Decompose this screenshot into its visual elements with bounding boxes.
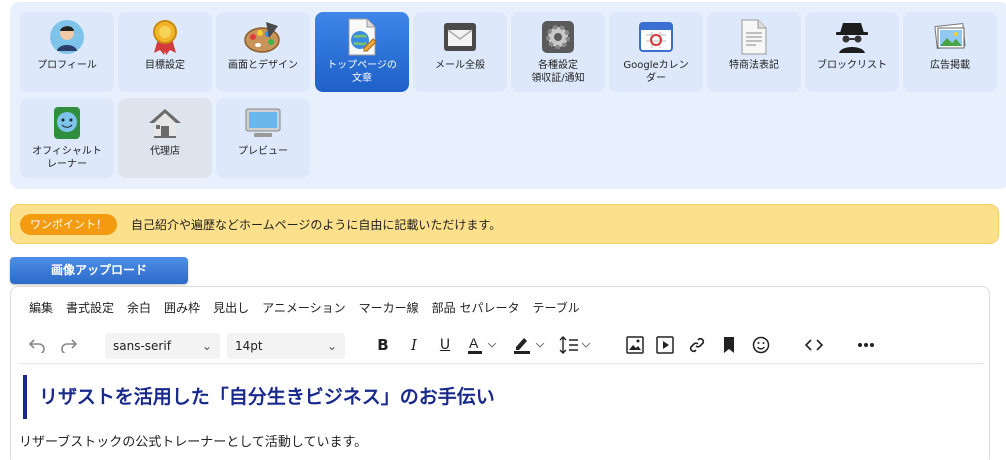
bookmark-icon[interactable] (717, 331, 741, 359)
nav-tile-label: 特商法表記 (729, 60, 779, 71)
insert-image-icon[interactable] (623, 331, 647, 359)
nav-tile-preview[interactable]: プレビュー (216, 98, 310, 178)
content-paragraph[interactable]: リザーブストックの公式トレーナーとして活動しています。 (19, 431, 367, 450)
editor-toolbar: sans-serif ⌄ 14pt ⌄ B I U A (11, 331, 989, 363)
rich-text-editor: 編集 書式設定 余白 囲み枠 見出し アニメーション マーカー線 部品 セパレー… (10, 286, 990, 460)
menu-format[interactable]: 書式設定 (66, 299, 114, 316)
menu-marker-line[interactable]: マーカー線 (359, 299, 419, 316)
menu-spacing[interactable]: 余白 (127, 299, 151, 316)
font-size-select[interactable]: 14pt ⌄ (227, 333, 345, 359)
menu-frame[interactable]: 囲み枠 (164, 299, 200, 316)
one-point-badge: ワンポイント！ (20, 213, 117, 235)
nav-tile-label: オフィシャルト レーナー (32, 146, 102, 170)
highlight-color-icon[interactable] (511, 331, 549, 359)
nav-tile-ads[interactable]: 広告掲載 (903, 12, 997, 92)
link-icon[interactable] (685, 331, 709, 359)
document-icon (735, 18, 773, 56)
redo-icon[interactable] (57, 331, 81, 359)
svg-text:A: A (469, 335, 479, 351)
nav-tile-design[interactable]: 画面とデザイン (216, 12, 310, 92)
insert-media-icon[interactable] (653, 331, 677, 359)
nav-tile-label: ブロックリスト (817, 60, 887, 71)
nav-tile-label: プレビュー (238, 146, 288, 157)
nav-tile-label: Googleカレン ダー (623, 60, 689, 84)
calendar-icon (637, 18, 675, 56)
settings-nav-panel: プロフィール 目標設定 画面とデザイン トップページの 文章 メール全般 各種設… (10, 2, 1006, 189)
font-size-value: 14pt (235, 339, 263, 353)
menu-separator-parts[interactable]: 部品 セパレータ (432, 299, 520, 316)
medal-icon (146, 18, 184, 56)
nav-tile-label: 各種設定 領収証/通知 (531, 60, 585, 84)
nav-tile-label: 目標設定 (145, 60, 185, 71)
document-globe-icon (343, 18, 381, 56)
nav-tile-top-page-text[interactable]: トップページの 文章 (315, 12, 409, 92)
nav-tile-mail[interactable]: メール全般 (413, 12, 507, 92)
source-code-icon[interactable] (801, 331, 827, 359)
toolbar-divider (19, 363, 984, 364)
nav-tile-profile[interactable]: プロフィール (20, 12, 114, 92)
nav-tile-label: 画面とデザイン (228, 60, 298, 71)
nav-tile-block-list[interactable]: ブロックリスト (805, 12, 899, 92)
nav-tile-legal-notice[interactable]: 特商法表記 (707, 12, 801, 92)
italic-icon[interactable]: I (402, 331, 426, 359)
nav-tile-label: メール全般 (435, 60, 485, 71)
font-family-value: sans-serif (113, 339, 171, 353)
house-icon (146, 104, 184, 142)
nav-tile-label: トップページの 文章 (327, 60, 397, 84)
text-color-icon[interactable]: A (465, 331, 501, 359)
nav-tile-goals[interactable]: 目標設定 (118, 12, 212, 92)
spy-icon (833, 18, 871, 56)
settings-gear-icon (539, 18, 577, 56)
nav-tile-label: 広告掲載 (930, 60, 970, 71)
nav-tile-label: プロフィール (37, 60, 97, 71)
nav-tile-official-trainer[interactable]: オフィシャルト レーナー (20, 98, 114, 178)
chevron-down-icon: ⌄ (201, 339, 212, 353)
palette-icon (244, 18, 282, 56)
profile-avatar-icon (48, 18, 86, 56)
editor-menubar: 編集 書式設定 余白 囲み枠 見出し アニメーション マーカー線 部品 セパレー… (29, 299, 593, 316)
underline-icon[interactable]: U (433, 331, 457, 359)
photo-icon (931, 18, 969, 56)
nav-tile-label: 代理店 (150, 146, 180, 157)
line-height-icon[interactable] (555, 331, 593, 359)
chevron-down-icon: ⌄ (326, 339, 337, 353)
menu-edit[interactable]: 編集 (29, 299, 53, 316)
more-options-icon[interactable] (853, 331, 879, 359)
menu-table[interactable]: テーブル (532, 299, 579, 316)
nav-tile-agency[interactable]: 代理店 (118, 98, 212, 178)
hint-text: 自己紹介や遍歴などホームページのように自由に記載いただけます。 (131, 217, 502, 232)
image-upload-button[interactable]: 画像アップロード (10, 257, 188, 284)
emoji-icon[interactable] (749, 331, 773, 359)
trainer-badge-icon (48, 104, 86, 142)
content-heading[interactable]: リザストを活用した「自分生きビジネス」のお手伝い (23, 375, 963, 419)
menu-heading[interactable]: 見出し (213, 299, 249, 316)
undo-icon[interactable] (25, 331, 49, 359)
font-family-select[interactable]: sans-serif ⌄ (105, 333, 220, 359)
nav-tile-settings[interactable]: 各種設定 領収証/通知 (511, 12, 605, 92)
envelope-icon (441, 18, 479, 56)
one-point-hint-bar: ワンポイント！ 自己紹介や遍歴などホームページのように自由に記載いただけます。 (10, 204, 999, 244)
nav-tile-google-calendar[interactable]: Googleカレン ダー (609, 12, 703, 92)
bold-icon[interactable]: B (371, 331, 395, 359)
monitor-icon (244, 104, 282, 142)
menu-animation[interactable]: アニメーション (262, 299, 346, 316)
